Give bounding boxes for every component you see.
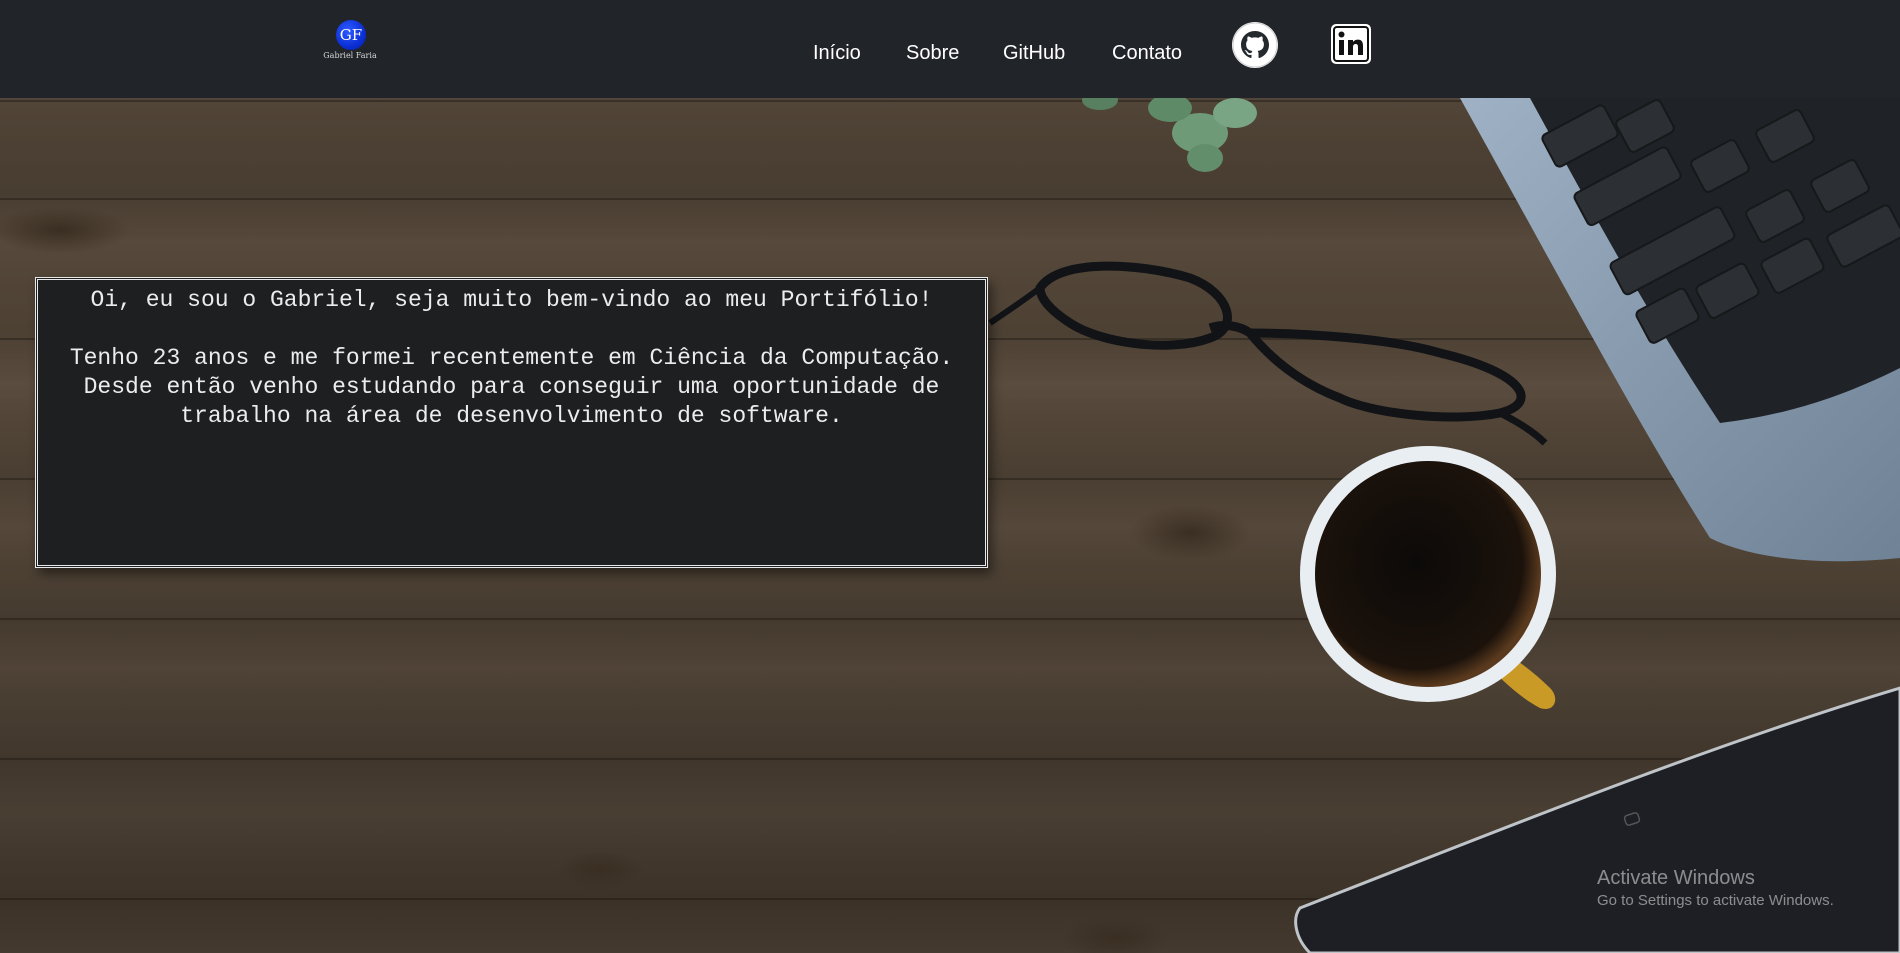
activate-windows-subtitle: Go to Settings to activate Windows. [1597, 892, 1834, 909]
plant-image [1082, 98, 1257, 172]
tablet-image [1294, 686, 1900, 953]
glasses-image [988, 261, 1548, 446]
logo-initials: GF [336, 20, 366, 50]
github-icon[interactable] [1232, 22, 1278, 68]
coffee-cup-image [1300, 446, 1556, 709]
nav-link-inicio[interactable]: Início [813, 42, 861, 65]
nav-link-contato[interactable]: Contato [1112, 42, 1182, 65]
nav-link-github[interactable]: GitHub [1003, 42, 1065, 65]
wood-knot [1060, 916, 1170, 953]
wood-knot [1130, 505, 1250, 561]
nav-link-sobre[interactable]: Sobre [906, 42, 959, 65]
intro-box: Oi, eu sou o Gabriel, seja muito bem-vin… [35, 277, 988, 568]
activate-windows-title: Activate Windows [1597, 867, 1755, 889]
wood-knot [0, 206, 130, 254]
logo-name: Gabriel Faria [323, 51, 377, 60]
linkedin-icon[interactable] [1329, 23, 1373, 65]
site-logo[interactable]: GF Gabriel Faria [318, 18, 382, 64]
wood-knot [555, 850, 645, 890]
intro-title: Oi, eu sou o Gabriel, seja muito bem-vin… [90, 287, 933, 313]
intro-text: Oi, eu sou o Gabriel, seja muito bem-vin… [38, 280, 985, 431]
top-navbar: GF Gabriel Faria Início Sobre GitHub Con… [0, 0, 1900, 98]
intro-body: Tenho 23 anos e me formei recentemente e… [69, 345, 954, 429]
